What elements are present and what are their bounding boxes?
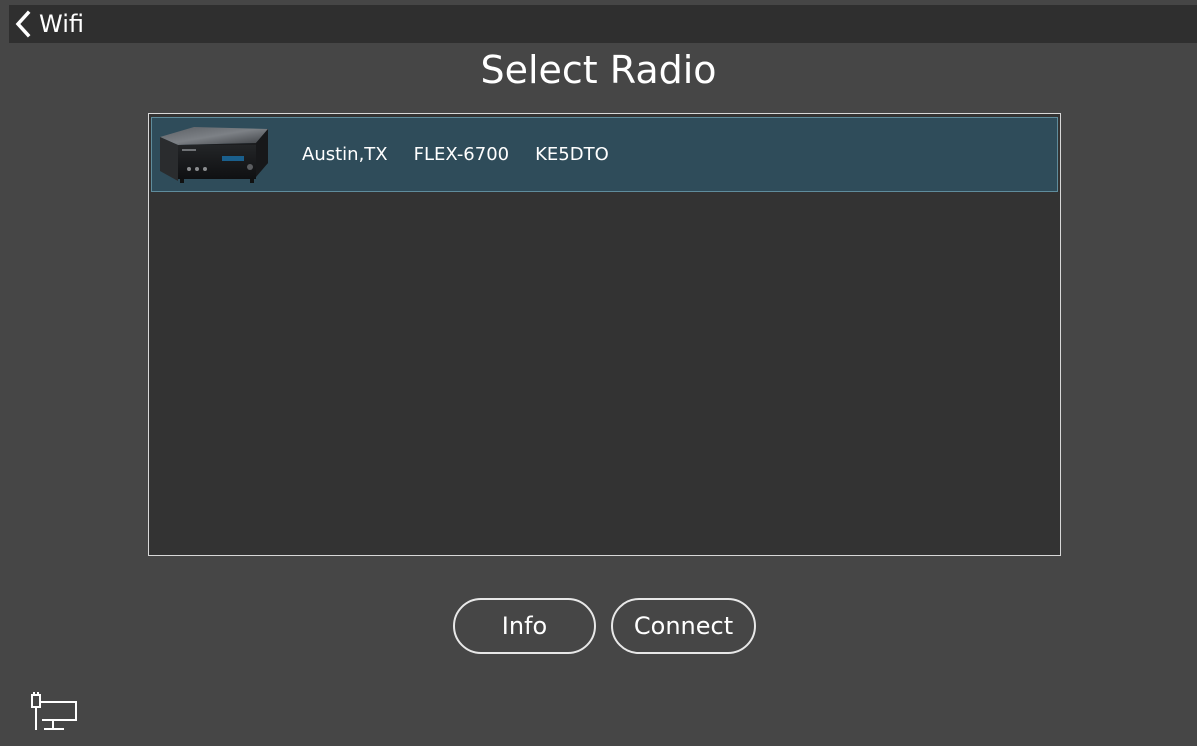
top-bar: Wifi xyxy=(9,5,1197,43)
radio-model: FLEX-6700 xyxy=(413,144,510,165)
radio-list[interactable]: Austin,TX FLEX-6700 KE5DTO xyxy=(148,113,1061,556)
page-title: Select Radio xyxy=(480,48,717,92)
connect-button[interactable]: Connect xyxy=(611,598,756,654)
info-button[interactable]: Info xyxy=(453,598,596,654)
back-label: Wifi xyxy=(39,10,84,38)
radio-device-image xyxy=(160,126,268,183)
back-button[interactable]: Wifi xyxy=(9,5,84,43)
radio-location: Austin,TX xyxy=(302,144,388,165)
radio-callsign: KE5DTO xyxy=(535,144,609,165)
radio-list-item[interactable]: Austin,TX FLEX-6700 KE5DTO xyxy=(151,117,1058,192)
network-computer-icon[interactable] xyxy=(28,692,82,734)
chevron-left-icon xyxy=(13,10,33,38)
